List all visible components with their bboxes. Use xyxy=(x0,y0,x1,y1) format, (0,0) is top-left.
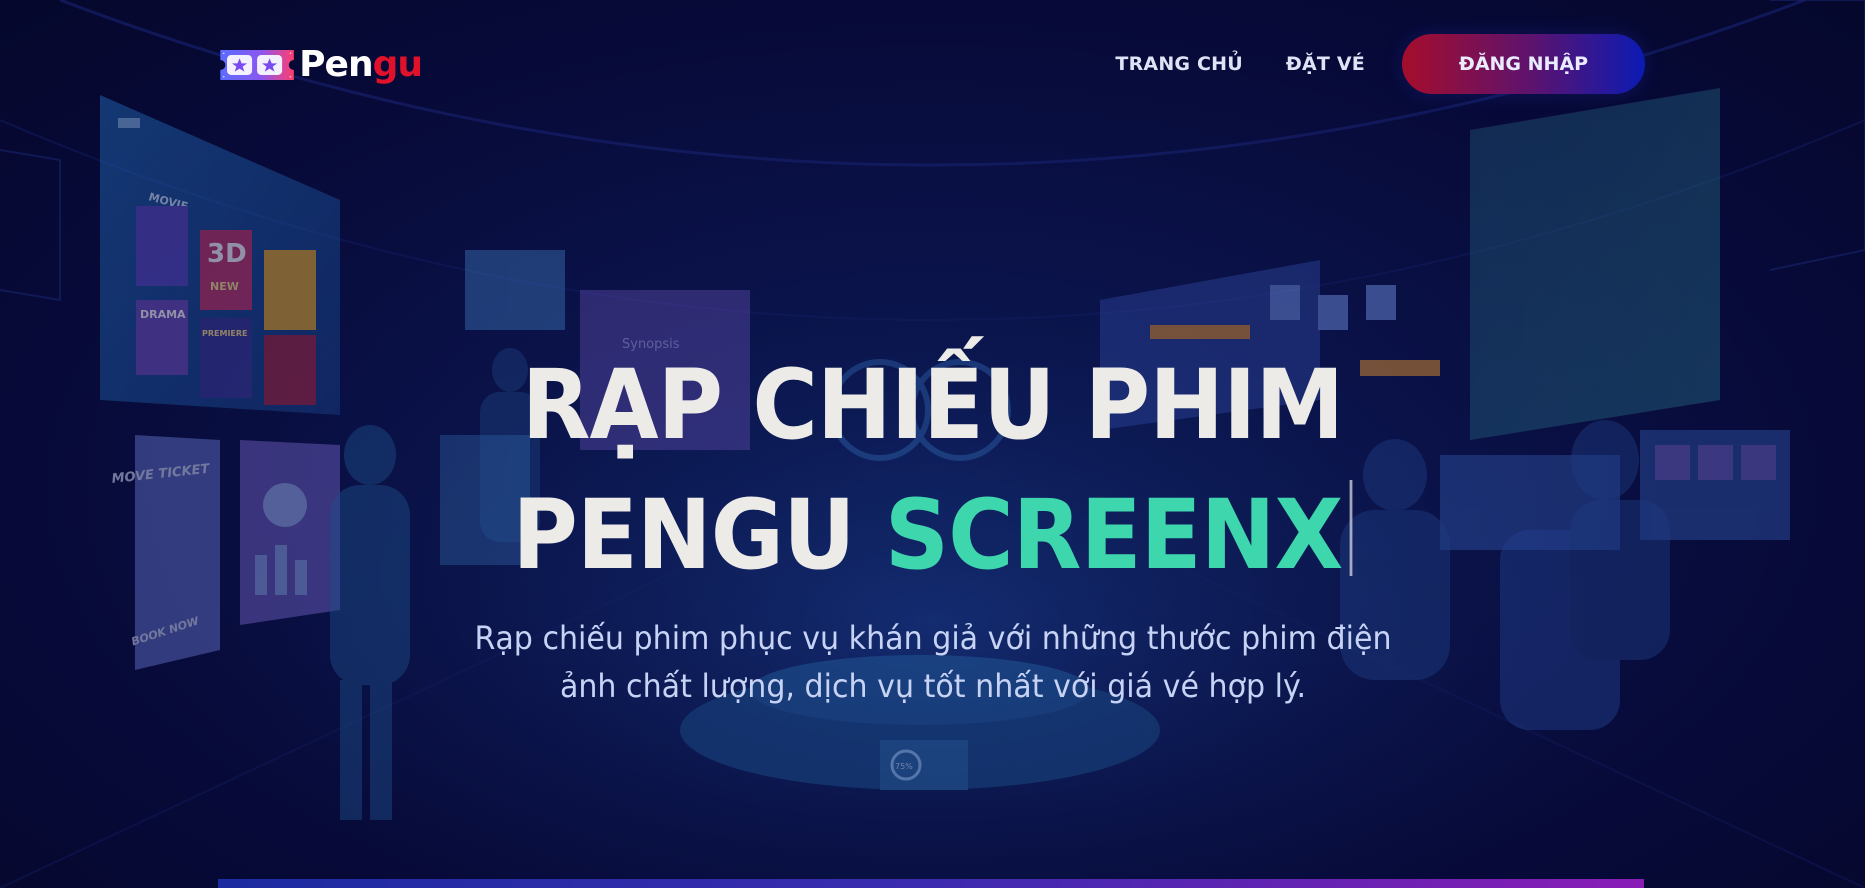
hero-subtitle: Rạp chiếu phim phục vụ khán giả với nhữn… xyxy=(444,614,1422,710)
hero-title-accent: SCREENX xyxy=(884,479,1344,591)
login-button[interactable]: ĐĂNG NHẬP xyxy=(1402,34,1645,94)
site-header: Pengu TRANG CHỦ ĐẶT VÉ ĐĂNG NHẬP xyxy=(0,0,1865,126)
typing-caret xyxy=(1349,480,1353,576)
ticket-logo-icon xyxy=(220,49,294,81)
svg-text:3D: 3D xyxy=(207,239,247,269)
logo-wordmark: Pengu xyxy=(299,44,423,85)
hero-title-line1: RẠP CHIẾU PHIM xyxy=(521,349,1345,461)
hero-title-line2-plain: PENGU xyxy=(512,479,885,591)
svg-text:PREMIERE: PREMIERE xyxy=(202,329,248,338)
brand-logo[interactable]: Pengu xyxy=(217,38,423,92)
svg-text:MOVIE: MOVIE xyxy=(147,190,189,213)
svg-text:75%: 75% xyxy=(895,762,913,771)
section-divider-bar xyxy=(218,879,1644,888)
landing-page: MOVIE 3D NEW DRAMA PREMIERE MOVE TICKET … xyxy=(0,0,1865,888)
logo-text-gu: gu xyxy=(372,44,423,85)
svg-text:NEW: NEW xyxy=(210,280,239,293)
nav-home-link[interactable]: TRANG CHỦ xyxy=(1115,53,1242,75)
hero-title: RẠP CHIẾU PHIM PENGU SCREENX xyxy=(65,340,1799,600)
hero-subtitle-line1: Rạp chiếu phim phục vụ khán giả với nhữn… xyxy=(473,619,1392,657)
logo-text-pen: Pen xyxy=(299,44,373,85)
main-nav: TRANG CHỦ ĐẶT VÉ ĐĂNG NHẬP xyxy=(1115,34,1645,94)
hero-subtitle-line2: ảnh chất lượng, dịch vụ tốt nhất với giá… xyxy=(559,667,1306,705)
hero-section: RẠP CHIẾU PHIM PENGU SCREENX Rạp chiếu p… xyxy=(0,340,1865,710)
svg-text:DRAMA: DRAMA xyxy=(140,308,186,321)
nav-booking-link[interactable]: ĐẶT VÉ xyxy=(1286,53,1365,75)
